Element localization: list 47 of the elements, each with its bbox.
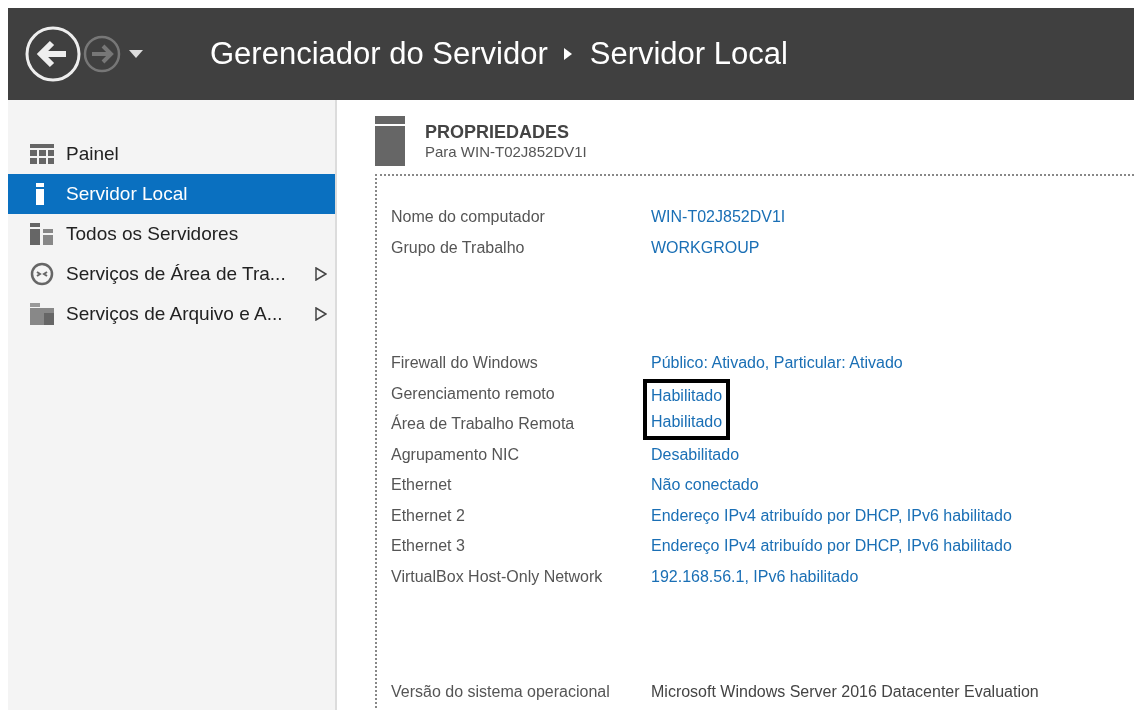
sidebar-item[interactable]: Serviços de Arquivo e A... [8,294,335,334]
property-link[interactable]: WIN-T02J852DV1I [643,202,794,233]
property-link[interactable]: Habilitado [643,378,731,409]
property-label: Agrupamento NIC [391,445,521,464]
breadcrumb-item[interactable]: Servidor Local [589,36,788,72]
breadcrumb-arrow-icon [563,48,572,60]
property-label: VirtualBox Host-Only Network [391,567,604,586]
property-label: Versão do sistema operacional [391,683,611,702]
property-label: Nome do computador [391,208,546,227]
server-icon [375,116,405,166]
remote-circle-icon [30,262,54,286]
sidebar-item-label: Serviços de Área de Tra... [66,263,287,285]
dropdown-caret-icon[interactable] [128,49,144,59]
property-link[interactable]: Endereço IPv4 atribuído por DHCP, IPv6 habilitado [643,500,1020,531]
property-label: Ethernet [391,476,453,495]
sidebar-item[interactable]: Todos os Servidores [8,214,335,254]
back-icon[interactable] [24,25,82,83]
sidebar-item-label: Servidor Local [66,183,189,205]
sidebar-item[interactable]: Serviços de Área de Tra... [8,254,335,294]
property-label: Ethernet 2 [391,506,466,525]
property-label: Gerenciamento remoto [391,384,556,403]
property-link[interactable]: Habilitado [643,409,731,440]
property-link[interactable]: Público: Ativado, Particular: Ativado [643,348,911,379]
server-icon [36,183,44,205]
window-title: Gerenciador do Servidor [210,36,548,72]
grid-icon [30,144,54,164]
property-link[interactable]: Endereço IPv4 atribuído por DHCP, IPv6 habilitado [643,531,1020,562]
property-label: Firewall do Windows [391,354,539,373]
property-value: Microsoft Windows Server 2016 Datacenter Evaluation [650,682,1040,703]
property-link[interactable]: Não conectado [643,470,767,501]
expand-arrow-icon[interactable] [315,307,327,321]
sidebar-item-label: Todos os Servidores [66,223,240,245]
expand-arrow-icon[interactable] [315,267,327,281]
sidebar-item[interactable]: Painel [8,134,335,174]
section-title: PROPRIEDADES [425,122,571,143]
property-label: Ethernet 3 [391,537,466,556]
sidebar-item[interactable]: Servidor Local [8,174,335,214]
sidebar-item-label: Serviços de Arquivo e A... [66,303,284,325]
property-link[interactable]: WORKGROUP [643,232,768,263]
servers-icon [30,223,54,245]
property-link[interactable]: 192.168.56.1, IPv6 habilitado [643,561,867,592]
property-label: Grupo de Trabalho [391,238,526,257]
property-label: Área de Trabalho Remota [391,415,576,434]
folder-icon [30,303,54,325]
sidebar-item-label: Painel [66,143,120,165]
section-subtitle: Para WIN-T02J852DV1I [425,143,587,160]
property-link[interactable]: Desabilitado [643,439,748,470]
